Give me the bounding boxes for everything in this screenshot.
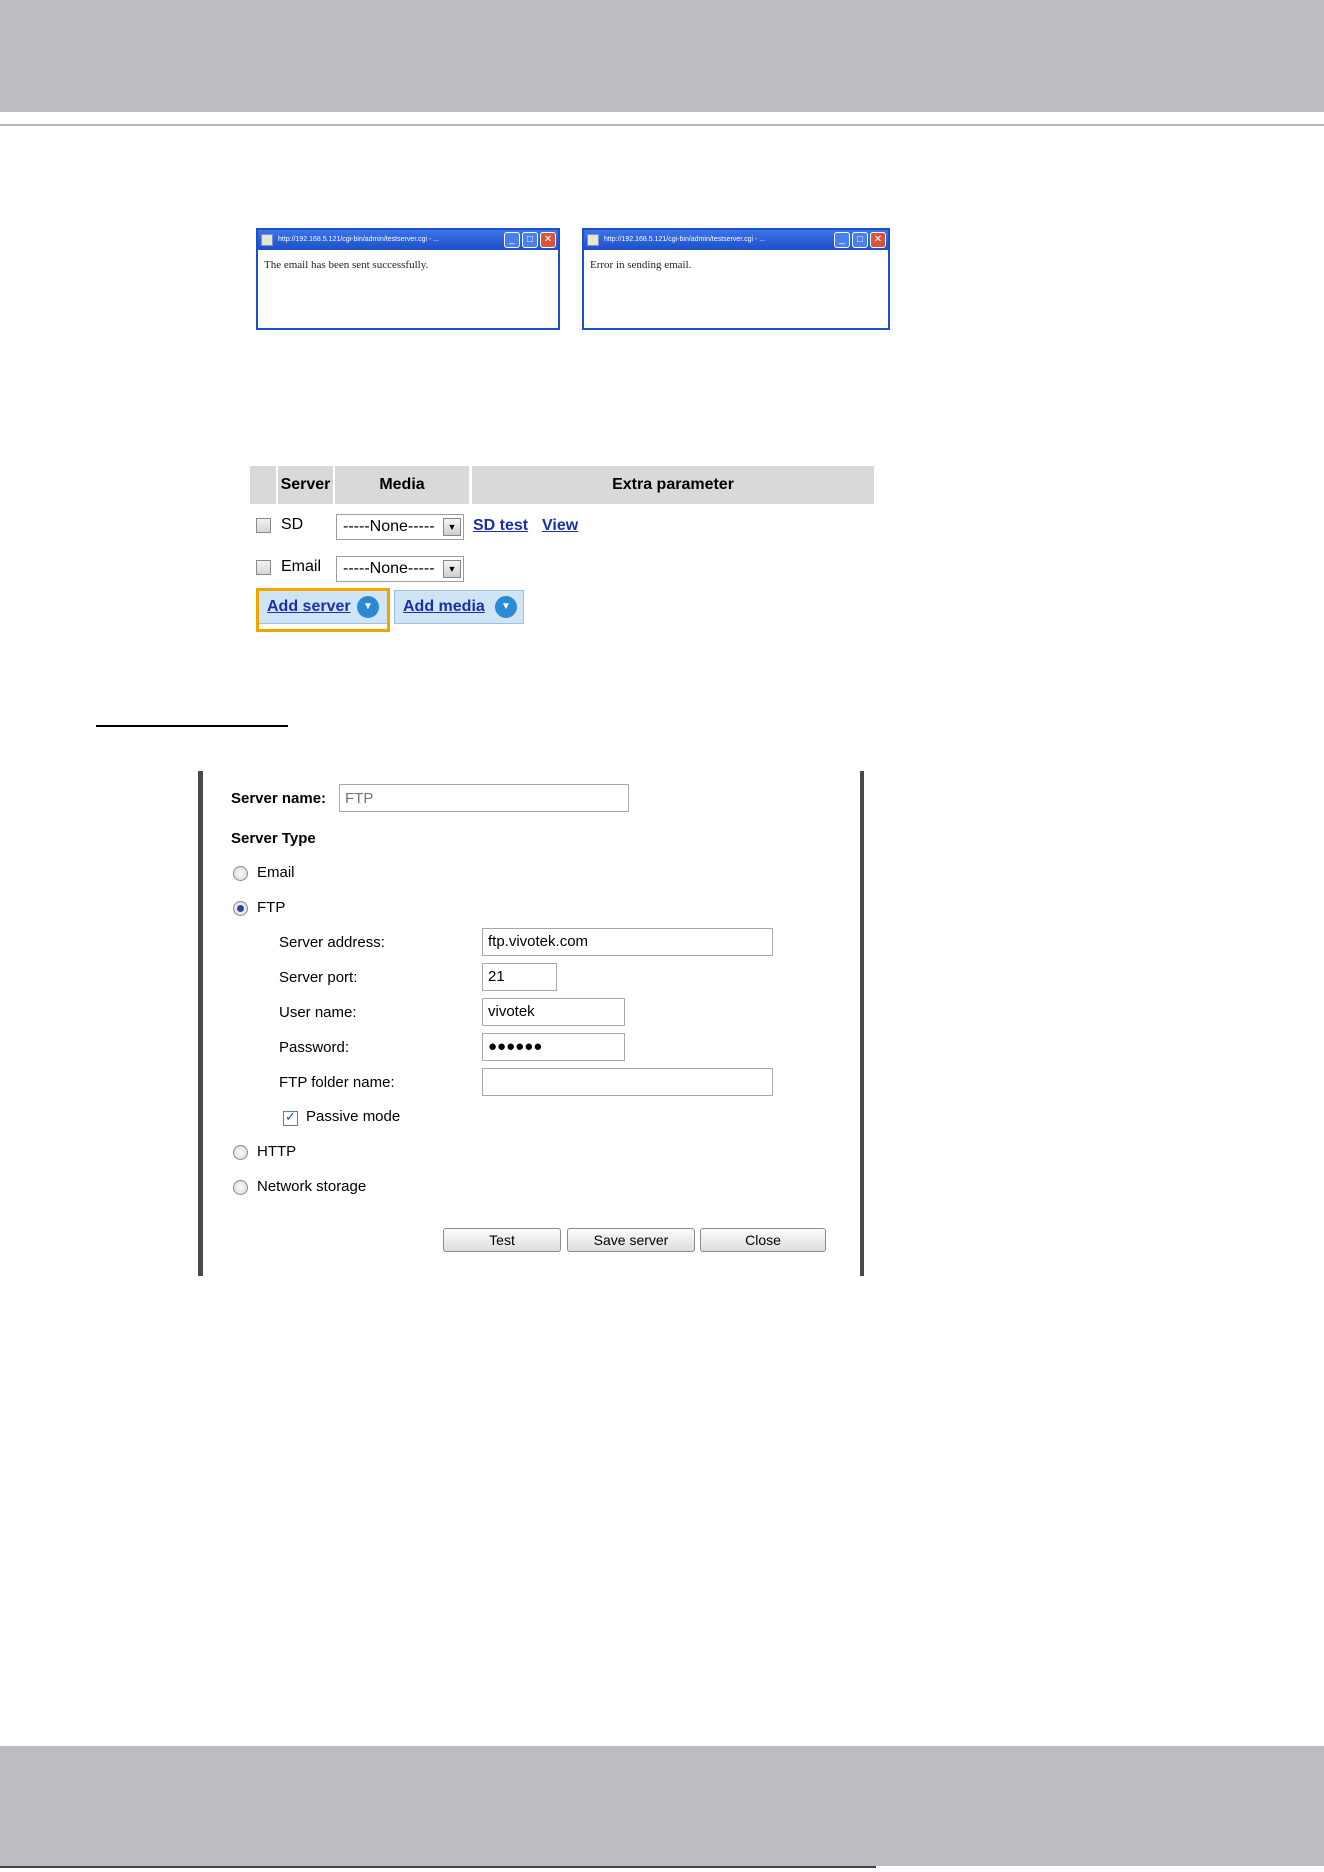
dialog-left-border [198, 771, 203, 1276]
server-type-label: Server Type [231, 830, 316, 847]
header-media: Media [335, 466, 469, 504]
user-name-input[interactable]: vivotek [482, 998, 625, 1026]
server-port-label: Server port: [279, 969, 358, 986]
close-button[interactable]: Close [700, 1228, 826, 1252]
server-name-label: Server name: [231, 790, 327, 807]
dialog-right-border [860, 771, 864, 1276]
footer-line [0, 1866, 876, 1868]
sd-media-select[interactable]: -----None----- ▼ [336, 514, 464, 540]
ftp-folder-input[interactable] [482, 1068, 773, 1096]
server-address-input[interactable]: ftp.vivotek.com [482, 928, 773, 956]
success-popup-window: http://192.168.5.121/cgi-bin/admin/tests… [256, 228, 560, 330]
checkmark-icon: ✓ [285, 1109, 296, 1124]
popup-message: The email has been sent successfully. [264, 259, 429, 271]
http-radio[interactable] [233, 1145, 248, 1160]
user-name-label: User name: [279, 1004, 357, 1021]
server-port-input[interactable]: 21 [482, 963, 557, 991]
server-email-label: Email [281, 558, 322, 575]
popup-titlebar[interactable]: http://192.168.5.121/cgi-bin/admin/tests… [584, 230, 888, 250]
passive-mode-checkbox[interactable]: ✓ [283, 1109, 298, 1126]
maximize-icon[interactable]: □ [522, 232, 538, 248]
add-media-label: Add media [403, 598, 485, 615]
ftp-folder-label: FTP folder name: [279, 1074, 395, 1091]
email-checkbox[interactable] [256, 560, 271, 575]
header-extra-parameter: Extra parameter [472, 466, 874, 504]
password-label: Password: [279, 1039, 350, 1056]
close-icon[interactable]: ✕ [870, 232, 886, 248]
test-button[interactable]: Test [443, 1228, 561, 1252]
sd-checkbox[interactable] [256, 518, 271, 533]
page-icon [587, 234, 599, 246]
error-popup-window: http://192.168.5.121/cgi-bin/admin/tests… [582, 228, 890, 330]
password-input[interactable]: ●●●●●● [482, 1033, 625, 1061]
network-storage-radio-label: Network storage [257, 1178, 367, 1195]
header-band [0, 0, 1324, 112]
popup-title: http://192.168.5.121/cgi-bin/admin/tests… [604, 236, 766, 243]
maximize-icon[interactable]: □ [852, 232, 868, 248]
server-name-input[interactable] [339, 784, 629, 812]
email-media-select[interactable]: -----None----- ▼ [336, 556, 464, 582]
ftp-radio-label: FTP [257, 899, 286, 916]
close-icon[interactable]: ✕ [540, 232, 556, 248]
network-storage-radio[interactable] [233, 1180, 248, 1195]
passive-mode-label: Passive mode [306, 1108, 401, 1125]
popup-message: Error in sending email. [590, 259, 692, 271]
server-address-label: Server address: [279, 934, 385, 951]
email-media-value: -----None----- [343, 560, 435, 577]
chevron-down-circle-icon: ▼ [495, 596, 517, 618]
add-media-button[interactable]: Add media ▼ [394, 590, 524, 624]
footer-band [0, 1746, 1324, 1866]
server-sd-label: SD [281, 516, 304, 533]
highlight-frame [256, 588, 390, 632]
http-radio-label: HTTP [257, 1143, 297, 1160]
minimize-icon[interactable]: _ [834, 232, 850, 248]
sd-media-value: -----None----- [343, 518, 435, 535]
header-server: Server [278, 466, 333, 504]
page-icon [261, 234, 273, 246]
email-radio-label: Email [257, 864, 295, 881]
header-rule [0, 124, 1324, 126]
sd-test-link[interactable]: SD test [473, 517, 528, 535]
ftp-radio[interactable] [233, 901, 248, 916]
minimize-icon[interactable]: _ [504, 232, 520, 248]
email-radio[interactable] [233, 866, 248, 881]
view-link[interactable]: View [542, 517, 578, 535]
header-blank-cell [250, 466, 276, 504]
section-underline [96, 725, 288, 727]
chevron-down-icon[interactable]: ▼ [443, 518, 461, 536]
save-server-button[interactable]: Save server [567, 1228, 695, 1252]
popup-titlebar[interactable]: http://192.168.5.121/cgi-bin/admin/tests… [258, 230, 558, 250]
chevron-down-icon[interactable]: ▼ [443, 560, 461, 578]
popup-title: http://192.168.5.121/cgi-bin/admin/tests… [278, 236, 440, 243]
